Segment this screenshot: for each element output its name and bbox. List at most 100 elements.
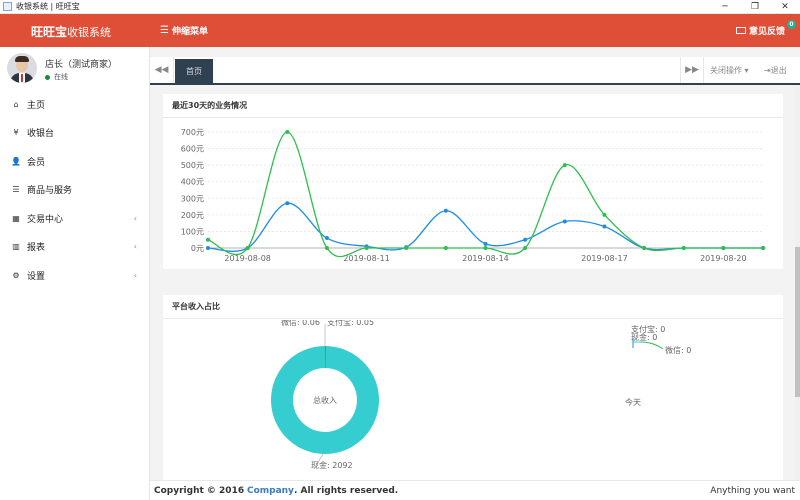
business-panel-title: 最近30天的业务情况 <box>163 94 783 118</box>
y-tick-label: 300元 <box>181 194 204 203</box>
y-tick-label: 200元 <box>181 211 204 220</box>
main-content: 最近30天的业务情况 0元 100元 200元 300元 400元 500元 600元 700… <box>150 87 795 480</box>
y-tick-label: 600元 <box>181 145 204 154</box>
series-point-0[interactable] <box>324 236 329 241</box>
footer: Copyright © 2016 Company. All rights res… <box>150 480 800 500</box>
sidebar-item-label: 商品与服务 <box>27 186 73 197</box>
x-tick-label: 2019-08-08 <box>224 254 271 263</box>
y-tick-label: 400元 <box>181 178 204 187</box>
series-point-1[interactable] <box>602 212 607 217</box>
series-point-1[interactable] <box>443 246 448 250</box>
sidebar-item-1[interactable]: ¥ 收银台 <box>0 119 150 148</box>
series-point-0[interactable] <box>523 237 528 242</box>
sign-out-icon: ⇥ <box>764 66 771 75</box>
x-tick-label: 2019-08-17 <box>581 254 628 263</box>
series-point-1[interactable] <box>523 246 528 250</box>
series-point-1[interactable] <box>206 237 210 242</box>
close-ops-dropdown[interactable]: 关闭操作 ▾ <box>710 65 749 76</box>
tab-scroll-right-button[interactable]: ▶▶ <box>680 57 704 83</box>
close-ops-label: 关闭操作 <box>710 66 742 75</box>
cogs-icon: ⚙ <box>12 270 20 280</box>
x-tick-label: 2019-08-20 <box>700 254 747 263</box>
slice-label-alipay: 支付宝: 0.05 <box>327 320 374 327</box>
footer-tagline: Anything you want <box>710 485 795 496</box>
series-point-1[interactable] <box>285 130 290 134</box>
series-point-0[interactable] <box>562 219 567 224</box>
sidebar-item-4[interactable]: ▦ 交易中心 ‹ <box>0 204 150 233</box>
slice-label-cash: 现金: 2092 <box>311 460 353 470</box>
footer-copyright: Copyright © 2016 <box>154 485 245 496</box>
maximize-button[interactable]: ❐ <box>740 0 770 14</box>
chevron-left-icon: ‹ <box>133 270 137 280</box>
sidebar-item-label: 报表 <box>27 243 46 254</box>
today-label-wechat: 微信: 0 <box>665 345 691 355</box>
tab-home[interactable]: 首页 <box>175 59 213 83</box>
series-point-0[interactable] <box>483 241 488 246</box>
series-point-1[interactable] <box>324 246 329 250</box>
brand-name: 旺旺宝 <box>31 25 68 39</box>
series-point-0[interactable] <box>602 224 607 229</box>
income-panel-title: 平台收入占比 <box>163 295 783 319</box>
x-tick-label: 2019-08-14 <box>462 254 509 263</box>
sidebar-item-5[interactable]: ▥ 报表 ‹ <box>0 233 150 262</box>
series-point-0[interactable] <box>206 246 210 250</box>
series-point-1[interactable] <box>404 246 409 250</box>
sidebar-item-label: 主页 <box>27 100 46 111</box>
feedback-button[interactable]: 意见反馈 <box>735 24 785 37</box>
feedback-label: 意见反馈 <box>748 27 785 37</box>
user-name: 店长（测试商家） <box>45 60 118 70</box>
user-status: 在线 <box>45 72 68 82</box>
calculator-icon: ▦ <box>12 213 20 223</box>
series-point-1[interactable] <box>642 246 647 250</box>
sidebar-nav: ⌂ 主页 ¥ 收银台 👤 会员 ☰ 商品与服务 ▦ 交易中心 ‹ ▥ 报表 ‹ ⚙ 设置 ‹ <box>0 90 150 290</box>
income-panel: 平台收入占比 总收入 微信: 0.06 支付宝: 0.05 现金: 2092 今天 支付宝… <box>163 295 783 480</box>
scrollbar-thumb[interactable] <box>795 247 800 397</box>
sidebar-item-0[interactable]: ⌂ 主页 <box>0 90 150 119</box>
user-status-text: 在线 <box>54 73 68 81</box>
series-point-1[interactable] <box>681 246 686 250</box>
sidebar-item-label: 收银台 <box>27 129 55 140</box>
brand-logo[interactable]: 旺旺宝收银系统 <box>31 23 111 40</box>
sidebar-item-label: 设置 <box>27 271 46 282</box>
chevron-left-icon: ‹ <box>133 213 137 223</box>
y-tick-label: 100元 <box>181 227 204 236</box>
series-point-0[interactable] <box>443 208 448 213</box>
tab-scroll-left-button[interactable]: ◀◀ <box>150 57 174 83</box>
sidebar-item-label: 会员 <box>27 157 46 168</box>
home-icon: ⌂ <box>13 99 19 109</box>
series-point-1[interactable] <box>245 246 250 250</box>
income-donut-charts: 总收入微信: 0.06 支付宝: 0.05现金: 2092今天支付宝: 0现金: … <box>271 320 691 470</box>
sidebar-item-6[interactable]: ⚙ 设置 ‹ <box>0 261 150 290</box>
toggle-menu-label: 伸缩菜单 <box>171 27 208 37</box>
sidebar-item-2[interactable]: 👤 会员 <box>0 147 150 176</box>
content-scrollbar[interactable] <box>795 87 800 480</box>
today-leader-wechat <box>640 341 664 350</box>
series-point-0[interactable] <box>285 201 290 206</box>
close-window-button[interactable]: ✕ <box>770 0 800 14</box>
series-point-1[interactable] <box>721 246 726 250</box>
yen-icon: ¥ <box>13 128 19 138</box>
series-line-1 <box>207 131 763 258</box>
sidebar: 店长（测试商家） 在线 ⌂ 主页 ¥ 收银台 👤 会员 ☰ 商品与服务 ▦ 交易中心 ‹ ▥ 报表 ‹ ⚙ 设… <box>0 47 150 500</box>
minimize-button[interactable]: ─ <box>710 0 740 14</box>
series-point-1[interactable] <box>761 246 765 250</box>
chevron-left-icon: ‹ <box>133 242 137 252</box>
exit-button[interactable]: ⇥ 退出 <box>764 65 787 76</box>
series-point-1[interactable] <box>562 163 567 168</box>
sidebar-item-3[interactable]: ☰ 商品与服务 <box>0 176 150 205</box>
series-point-1[interactable] <box>483 246 488 250</box>
feedback-badge: 0 <box>787 20 796 29</box>
series-point-1[interactable] <box>364 246 369 250</box>
top-header: 旺旺宝收银系统 ☰ 伸缩菜单 意见反馈 0 <box>0 14 800 47</box>
x-tick-label: 2019-08-11 <box>343 254 390 263</box>
sidebar-item-label: 交易中心 <box>27 214 64 225</box>
footer-rights: . All rights reserved. <box>293 485 399 496</box>
app-icon <box>3 2 12 11</box>
y-tick-label: 0元 <box>191 244 204 253</box>
avatar <box>7 53 37 83</box>
window-titlebar: 收银系统 | 旺旺宝 ─ ❐ ✕ <box>0 0 800 14</box>
business-panel: 最近30天的业务情况 0元 100元 200元 300元 400元 500元 600元 700… <box>163 94 783 269</box>
footer-company-link[interactable]: Company <box>247 486 294 496</box>
user-profile[interactable]: 店长（测试商家） 在线 <box>0 47 149 91</box>
toggle-menu-button[interactable]: ☰ 伸缩菜单 <box>160 24 208 37</box>
